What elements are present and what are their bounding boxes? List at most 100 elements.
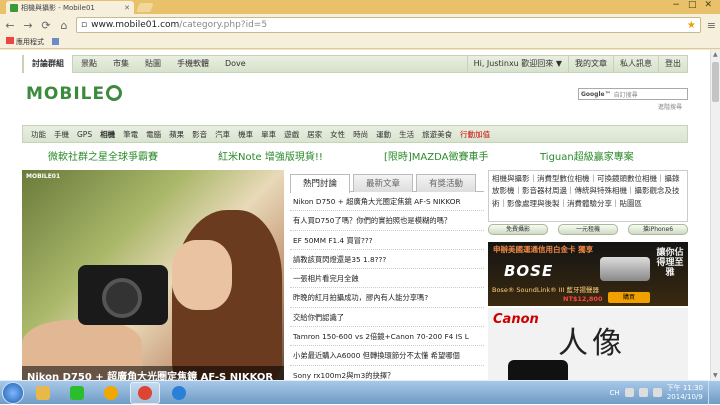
menu-icon[interactable]: ≡ <box>707 19 716 32</box>
topnav-right-item[interactable]: 私人訊息 <box>613 55 658 73</box>
category-item[interactable]: 機車 <box>234 129 257 140</box>
clock[interactable]: 下午 11:30 2014/10/9 <box>667 384 703 402</box>
bose-ad[interactable]: 申辦美國運通信用白金卡 獨享 BOSE Bose® SoundLink® III… <box>488 242 688 306</box>
taskbar-app[interactable] <box>96 382 126 404</box>
category-item[interactable]: 汽車 <box>211 129 234 140</box>
news-item[interactable]: 一張相片看完月全蝕 <box>290 269 484 289</box>
category-item[interactable]: 功能 <box>27 129 50 140</box>
news-item[interactable]: Sony rx100m2與m3的抉擇？ <box>290 366 484 380</box>
news-item[interactable]: EF 50MM F1.4 買冒??? <box>290 231 484 250</box>
category-item[interactable]: GPS <box>73 130 96 139</box>
scroll-down-icon[interactable]: ▼ <box>713 372 718 379</box>
close-window-button[interactable]: ✕ <box>704 0 712 10</box>
topnav-item[interactable]: 手機軟體 <box>169 55 217 73</box>
topnav-right-item[interactable]: 登出 <box>658 55 687 73</box>
advanced-search-link[interactable]: 進階搜尋 <box>658 102 682 111</box>
canon-ad[interactable]: Canon 人像 <box>488 308 688 380</box>
news-tab[interactable]: 最新文章 <box>353 174 413 192</box>
news-item[interactable]: Tamron 150-600 vs 2倍鏡+Canon 70-200 F4 IS… <box>290 327 484 347</box>
news-tab[interactable]: 熱門討論 <box>290 174 350 193</box>
category-item[interactable]: 電腦 <box>142 129 165 140</box>
language-indicator[interactable]: CH <box>609 389 619 397</box>
category-item[interactable]: 生活 <box>395 129 418 140</box>
home-icon[interactable]: ⌂ <box>58 19 70 32</box>
canon-logo: Canon <box>493 312 539 327</box>
category-item[interactable]: 手機 <box>50 129 73 140</box>
bookmark-star-icon[interactable]: ★ <box>687 20 696 31</box>
category-item[interactable]: 行動加值 <box>456 129 494 140</box>
hero-image[interactable]: MOBILE01 Nikon D750 + 超廣角大光圈定焦鏡 AF-S NIK… <box>22 170 284 380</box>
ie-icon <box>172 385 186 400</box>
bookmark-page[interactable] <box>52 37 59 47</box>
bose-headline: 申辦美國運通信用白金卡 獨享 <box>493 245 594 254</box>
category-item[interactable]: 筆電 <box>119 129 142 140</box>
site-logo[interactable]: MOBILE <box>26 84 123 104</box>
back-icon[interactable]: ← <box>4 19 16 32</box>
category-item[interactable]: 相機 <box>96 129 119 140</box>
tab-strip: 相機與攝影 - Mobile01 ✕ − □ ✕ <box>0 0 720 14</box>
apps-icon <box>6 37 14 44</box>
category-item[interactable]: 蘋果 <box>165 129 188 140</box>
tab-title: 相機與攝影 - Mobile01 <box>21 3 95 12</box>
news-item[interactable]: 昨晚的紅月拍攝成功，膠內有人能分享嗎? <box>290 288 484 308</box>
bookmarks-bar: 應用程式 <box>0 36 720 49</box>
category-item[interactable]: 單車 <box>257 129 280 140</box>
news-tab[interactable]: 有獎活動 <box>416 174 476 192</box>
category-item[interactable]: 居家 <box>303 129 326 140</box>
category-item[interactable]: 旅遊美食 <box>418 129 456 140</box>
flag-icon[interactable] <box>624 388 634 397</box>
category-item[interactable]: 運動 <box>372 129 395 140</box>
network-icon[interactable] <box>638 388 648 397</box>
topnav-item[interactable]: 討論群組 <box>23 55 73 73</box>
taskbar-app[interactable] <box>62 382 92 404</box>
category-item[interactable]: 遊戲 <box>280 129 303 140</box>
news-item[interactable]: 請教該買閃燈還是35 1.8??? <box>290 250 484 270</box>
ad-link[interactable]: [限時]MAZDA徵賽車手 <box>384 148 489 163</box>
news-item[interactable]: 有人買D750了嗎？你們的實拍照也是模糊的嗎？ <box>290 211 484 231</box>
show-desktop-button[interactable] <box>708 380 716 405</box>
browser-window: 相機與攝影 - Mobile01 ✕ − □ ✕ ← → ⟳ ⌂ ▫ www.m… <box>0 0 720 405</box>
category-item[interactable]: 女性 <box>326 129 349 140</box>
promo-button[interactable]: 一元租機 <box>558 224 618 235</box>
news-item[interactable]: 小弟最近購入A6000 但轉換環節分不太懂 希望哪個 <box>290 346 484 366</box>
topnav-right-item[interactable]: Hi, Justinxu 歡迎回來 ▼ <box>466 55 568 73</box>
line-icon <box>70 385 84 400</box>
scroll-up-icon[interactable]: ▲ <box>713 51 718 58</box>
ad-link[interactable]: 微軟社群之星全球爭霸賽 <box>48 148 158 163</box>
new-tab-button[interactable] <box>136 3 154 12</box>
volume-icon[interactable] <box>652 388 662 397</box>
reload-icon[interactable]: ⟳ <box>40 19 52 32</box>
maximize-button[interactable]: □ <box>688 0 697 10</box>
start-button[interactable] <box>2 381 24 404</box>
bookmark-apps[interactable]: 應用程式 <box>6 37 44 47</box>
buy-button[interactable]: 購買 <box>608 292 650 303</box>
topnav-item[interactable]: 貼圖 <box>137 55 169 73</box>
category-item[interactable]: 影音 <box>188 129 211 140</box>
topnav-right-item[interactable]: 我的文章 <box>568 55 613 73</box>
topnav-item[interactable]: 市集 <box>105 55 137 73</box>
hero-caption[interactable]: Nikon D750 + 超廣角大光圈定焦鏡 AF-S NIKKOR <box>22 366 284 380</box>
minimize-button[interactable]: − <box>672 0 680 10</box>
url-path: /category.php?id=5 <box>179 20 268 30</box>
news-item[interactable]: Nikon D750 + 超廣角大光圈定焦鏡 AF-S NIKKOR <box>290 192 484 212</box>
taskbar-app[interactable] <box>28 382 58 404</box>
promo-button[interactable]: 免費攝影 <box>488 224 548 235</box>
category-item[interactable]: 時尚 <box>349 129 372 140</box>
forward-icon[interactable]: → <box>22 19 34 32</box>
site-search-input[interactable]: Google™ 自訂搜尋 <box>578 88 688 100</box>
taskbar-app[interactable] <box>164 382 194 404</box>
ad-link[interactable]: 紅米Note 增強版現貨!! <box>218 148 323 163</box>
promo-button[interactable]: 搶iPhone6 <box>628 224 688 235</box>
news-item[interactable]: 交給你們認識了 <box>290 308 484 328</box>
topnav-item[interactable]: Dove <box>217 55 254 73</box>
topnav-item[interactable]: 景點 <box>73 55 105 73</box>
close-tab-icon[interactable]: ✕ <box>124 4 130 12</box>
subcategory-links[interactable]: 相機與攝影｜消費型數位相機｜可換鏡頭數位相機｜攝錄放影機｜影音器材周邊｜傳統與特… <box>488 170 688 222</box>
system-tray: CH 下午 11:30 2014/10/9 <box>609 380 720 405</box>
ad-link[interactable]: Tiguan超級贏家專案 <box>540 148 634 163</box>
taskbar-app[interactable] <box>130 381 160 404</box>
browser-tab[interactable]: 相機與攝影 - Mobile01 ✕ <box>6 1 134 14</box>
vertical-scrollbar[interactable]: ▲ ▼ <box>710 50 720 380</box>
address-bar[interactable]: ▫ www.mobile01.com/category.php?id=5 ★ <box>76 17 701 33</box>
scroll-thumb[interactable] <box>712 62 719 102</box>
